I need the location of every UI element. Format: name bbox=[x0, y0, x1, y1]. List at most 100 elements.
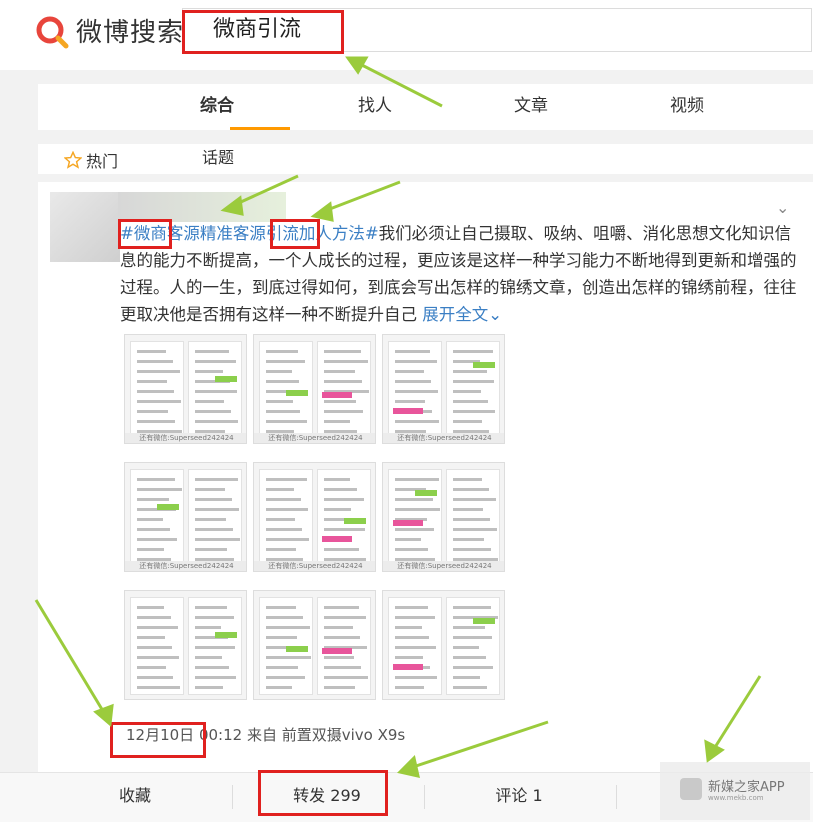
text-line bbox=[324, 548, 359, 551]
post-image-thumbnail[interactable]: 还有微信:Superseed242424 bbox=[253, 334, 376, 444]
watermark-name: 新媒之家APP bbox=[708, 780, 785, 795]
hashtag-link[interactable]: #微商客源精准客源引流加人方法# bbox=[120, 224, 379, 243]
search-input[interactable] bbox=[213, 9, 613, 51]
text-line bbox=[137, 666, 166, 669]
text-line bbox=[137, 420, 175, 423]
text-line bbox=[137, 350, 166, 353]
text-line bbox=[453, 528, 497, 531]
chat-screenshot bbox=[388, 341, 442, 439]
text-line bbox=[453, 606, 491, 609]
text-line bbox=[195, 420, 238, 423]
active-tab-indicator bbox=[230, 127, 290, 130]
text-line bbox=[195, 646, 235, 649]
search-box[interactable] bbox=[182, 8, 812, 52]
text-line bbox=[453, 636, 492, 639]
post-time-source: 00:12 来自 前置双摄vivo X9s bbox=[194, 726, 406, 744]
comment-button[interactable]: 评论 1 bbox=[424, 773, 614, 819]
post-date[interactable]: 12月10日 bbox=[126, 726, 194, 744]
tab-people[interactable]: 找人 bbox=[358, 84, 392, 130]
text-line bbox=[453, 656, 486, 659]
text-line bbox=[324, 606, 359, 609]
text-line bbox=[195, 508, 239, 511]
text-line bbox=[324, 676, 368, 679]
subtab-hot[interactable]: 热门 bbox=[64, 148, 118, 172]
image-caption: 还有微信:Superseed242424 bbox=[125, 561, 246, 571]
post-image-thumbnail[interactable]: 还有微信:Superseed242424 bbox=[253, 462, 376, 572]
text-line bbox=[137, 676, 173, 679]
text-line bbox=[266, 420, 307, 423]
tab-articles[interactable]: 文章 bbox=[514, 84, 548, 130]
text-line bbox=[137, 538, 177, 541]
text-line bbox=[453, 380, 494, 383]
text-line bbox=[137, 616, 171, 619]
tab-video[interactable]: 视频 bbox=[670, 84, 704, 130]
star-icon bbox=[64, 151, 82, 169]
text-line bbox=[453, 626, 485, 629]
text-line bbox=[395, 548, 428, 551]
text-line bbox=[324, 686, 355, 689]
chat-screenshot bbox=[130, 341, 184, 439]
username-blurred[interactable] bbox=[118, 192, 286, 222]
text-line bbox=[266, 656, 311, 659]
watermark: 新媒之家APP www.mekb.com bbox=[660, 762, 810, 820]
weibo-search-logo[interactable]: 微博搜索 bbox=[34, 12, 184, 49]
tab-comprehensive[interactable]: 综合 bbox=[200, 84, 234, 130]
text-line bbox=[195, 676, 236, 679]
post-text: #微商客源精准客源引流加人方法#我们必须让自己摄取、吸纳、咀嚼、消化思想文化知识… bbox=[120, 220, 800, 328]
text-line bbox=[137, 636, 165, 639]
text-line bbox=[266, 350, 298, 353]
chat-screenshot bbox=[446, 469, 500, 567]
text-line bbox=[395, 390, 438, 393]
post-image-thumbnail[interactable] bbox=[382, 590, 505, 700]
text-line bbox=[137, 686, 180, 689]
chevron-down-icon[interactable]: ⌄ bbox=[776, 198, 789, 217]
text-line bbox=[266, 498, 301, 501]
text-line bbox=[453, 478, 482, 481]
subtab-topic[interactable]: 话题 bbox=[202, 144, 234, 168]
text-line bbox=[137, 390, 174, 393]
chat-bubble bbox=[344, 518, 366, 524]
text-line bbox=[266, 636, 297, 639]
avatar[interactable] bbox=[50, 192, 120, 262]
chat-screenshot bbox=[130, 597, 184, 695]
text-line bbox=[324, 420, 350, 423]
post-image-thumbnail[interactable]: 还有微信:Superseed242424 bbox=[124, 334, 247, 444]
chat-bubble bbox=[286, 390, 308, 396]
expand-full-text-link[interactable]: 展开全文⌄ bbox=[422, 305, 502, 324]
chat-bubble bbox=[286, 646, 308, 652]
text-line bbox=[195, 626, 221, 629]
text-line bbox=[395, 676, 437, 679]
text-line bbox=[137, 528, 170, 531]
chat-screenshot bbox=[130, 469, 184, 567]
text-line bbox=[324, 478, 350, 481]
text-line bbox=[195, 656, 222, 659]
post-image-thumbnail[interactable] bbox=[253, 590, 376, 700]
text-line bbox=[137, 478, 175, 481]
text-line bbox=[453, 390, 481, 393]
post-image-thumbnail[interactable]: 还有微信:Superseed242424 bbox=[124, 462, 247, 572]
text-line bbox=[324, 616, 366, 619]
text-line bbox=[453, 410, 495, 413]
text-line bbox=[195, 666, 229, 669]
text-line bbox=[266, 360, 305, 363]
highlight-bar bbox=[322, 536, 352, 542]
text-line bbox=[324, 626, 353, 629]
text-line bbox=[195, 616, 234, 619]
post-image-thumbnail[interactable] bbox=[124, 590, 247, 700]
text-line bbox=[137, 548, 164, 551]
text-line bbox=[266, 626, 310, 629]
text-line bbox=[195, 360, 236, 363]
text-line bbox=[324, 656, 354, 659]
chat-screenshot bbox=[188, 341, 242, 439]
text-line bbox=[195, 528, 233, 531]
favorite-button[interactable]: 收藏 bbox=[40, 773, 230, 819]
sub-tabs: 热门 话题 bbox=[38, 144, 813, 174]
text-line bbox=[195, 488, 225, 491]
chat-screenshot bbox=[446, 597, 500, 695]
image-caption: 还有微信:Superseed242424 bbox=[254, 561, 375, 571]
text-line bbox=[395, 616, 435, 619]
post-image-thumbnail[interactable]: 还有微信:Superseed242424 bbox=[382, 462, 505, 572]
repost-button[interactable]: 转发 299 bbox=[232, 773, 422, 819]
text-line bbox=[324, 666, 361, 669]
post-image-thumbnail[interactable]: 还有微信:Superseed242424 bbox=[382, 334, 505, 444]
